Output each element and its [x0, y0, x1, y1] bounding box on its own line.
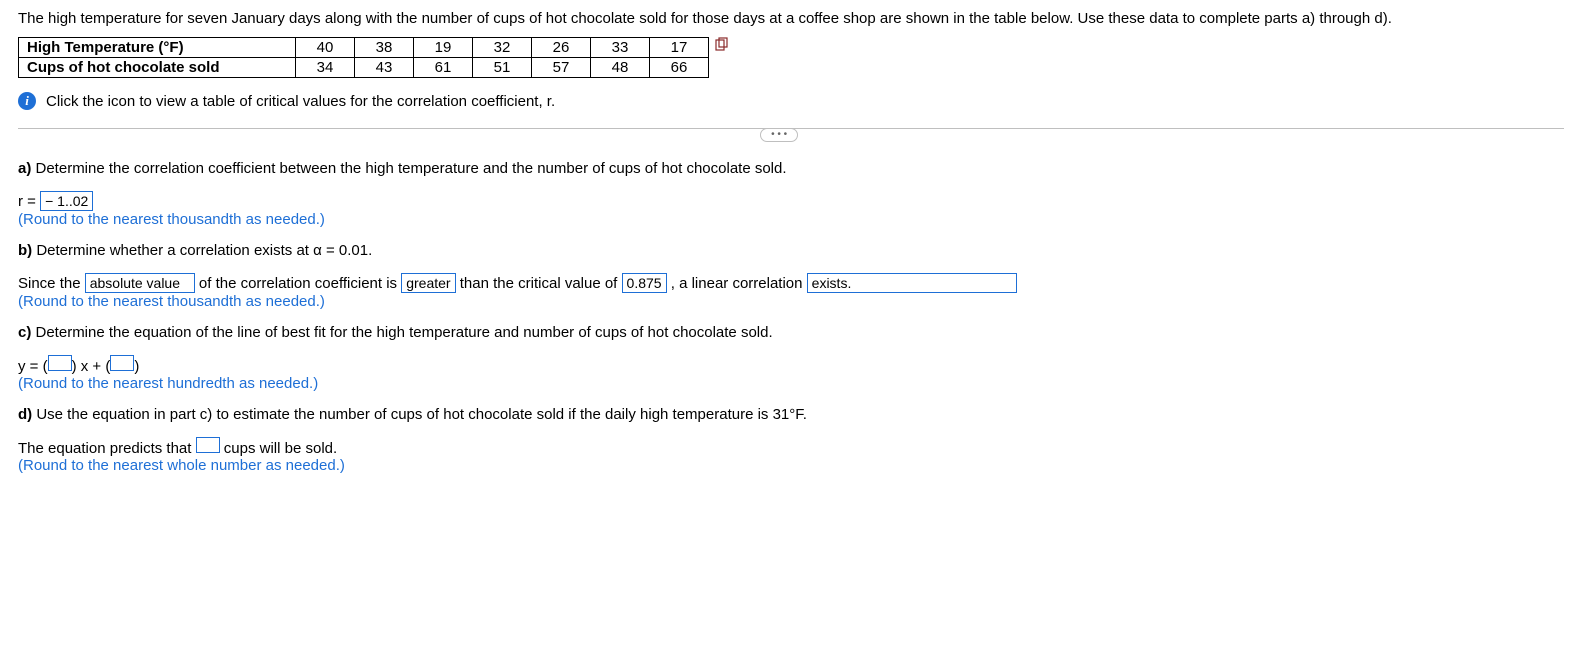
b-select-exists[interactable]: exists.: [807, 273, 1017, 293]
c-slope-input[interactable]: [48, 355, 72, 371]
row2-cell: 34: [296, 58, 355, 78]
part-a-label: a): [18, 160, 31, 177]
row2-cell: 43: [355, 58, 414, 78]
copy-icon[interactable]: [715, 37, 729, 55]
r-input[interactable]: − 1..02: [40, 191, 93, 211]
row2-cell: 66: [650, 58, 709, 78]
b-critical-input[interactable]: 0.875: [622, 273, 667, 293]
row1-cell: 40: [296, 38, 355, 58]
table-row: Cups of hot chocolate sold 34 43 61 51 5…: [19, 58, 709, 78]
row1-cell: 17: [650, 38, 709, 58]
d-text1: The equation predicts that: [18, 440, 196, 457]
info-icon[interactable]: i: [18, 92, 36, 110]
part-c-label: c): [18, 324, 31, 341]
part-b-label: b): [18, 242, 32, 259]
b-text1: Since the: [18, 275, 85, 292]
part-d-prompt: Use the equation in part c) to estimate …: [32, 406, 807, 423]
row1-cell: 19: [414, 38, 473, 58]
row2-cell: 57: [532, 58, 591, 78]
table-row: High Temperature (°F) 40 38 19 32 26 33 …: [19, 38, 709, 58]
row2-cell: 48: [591, 58, 650, 78]
section-divider: • • •: [18, 128, 1564, 142]
row1-cell: 38: [355, 38, 414, 58]
part-a-prompt: Determine the correlation coefficient be…: [31, 160, 786, 177]
c-intercept-input[interactable]: [110, 355, 134, 371]
problem-intro: The high temperature for seven January d…: [18, 10, 1564, 27]
b-select-absolute[interactable]: absolute value: [85, 273, 195, 293]
b-text2: of the correlation coefficient is: [199, 275, 401, 292]
row1-cell: 26: [532, 38, 591, 58]
b-select-greater[interactable]: greater: [401, 273, 455, 293]
row1-cell: 33: [591, 38, 650, 58]
part-b-round-note: (Round to the nearest thousandth as need…: [18, 293, 1564, 310]
r-prefix: r =: [18, 193, 40, 210]
c-eq-suffix: ): [134, 358, 139, 375]
row1-label: High Temperature (°F): [19, 38, 296, 58]
part-c-prompt: Determine the equation of the line of be…: [31, 324, 772, 341]
part-b-prompt: Determine whether a correlation exists a…: [32, 242, 372, 259]
d-text2: cups will be sold.: [220, 440, 338, 457]
d-cups-input[interactable]: [196, 437, 220, 453]
part-d-label: d): [18, 406, 32, 423]
expand-pill-icon[interactable]: • • •: [760, 128, 798, 142]
part-a-round-note: (Round to the nearest thousandth as need…: [18, 211, 1564, 228]
b-text4: , a linear correlation: [671, 275, 807, 292]
c-eq-prefix: y = (: [18, 358, 48, 375]
part-d-round-note: (Round to the nearest whole number as ne…: [18, 457, 1564, 474]
row2-label: Cups of hot chocolate sold: [19, 58, 296, 78]
info-text[interactable]: Click the icon to view a table of critic…: [46, 93, 555, 110]
part-c-round-note: (Round to the nearest hundredth as neede…: [18, 375, 1564, 392]
b-text3: than the critical value of: [460, 275, 622, 292]
row2-cell: 51: [473, 58, 532, 78]
row1-cell: 32: [473, 38, 532, 58]
data-table: High Temperature (°F) 40 38 19 32 26 33 …: [18, 37, 709, 78]
row2-cell: 61: [414, 58, 473, 78]
c-eq-mid: ) x + (: [72, 358, 111, 375]
